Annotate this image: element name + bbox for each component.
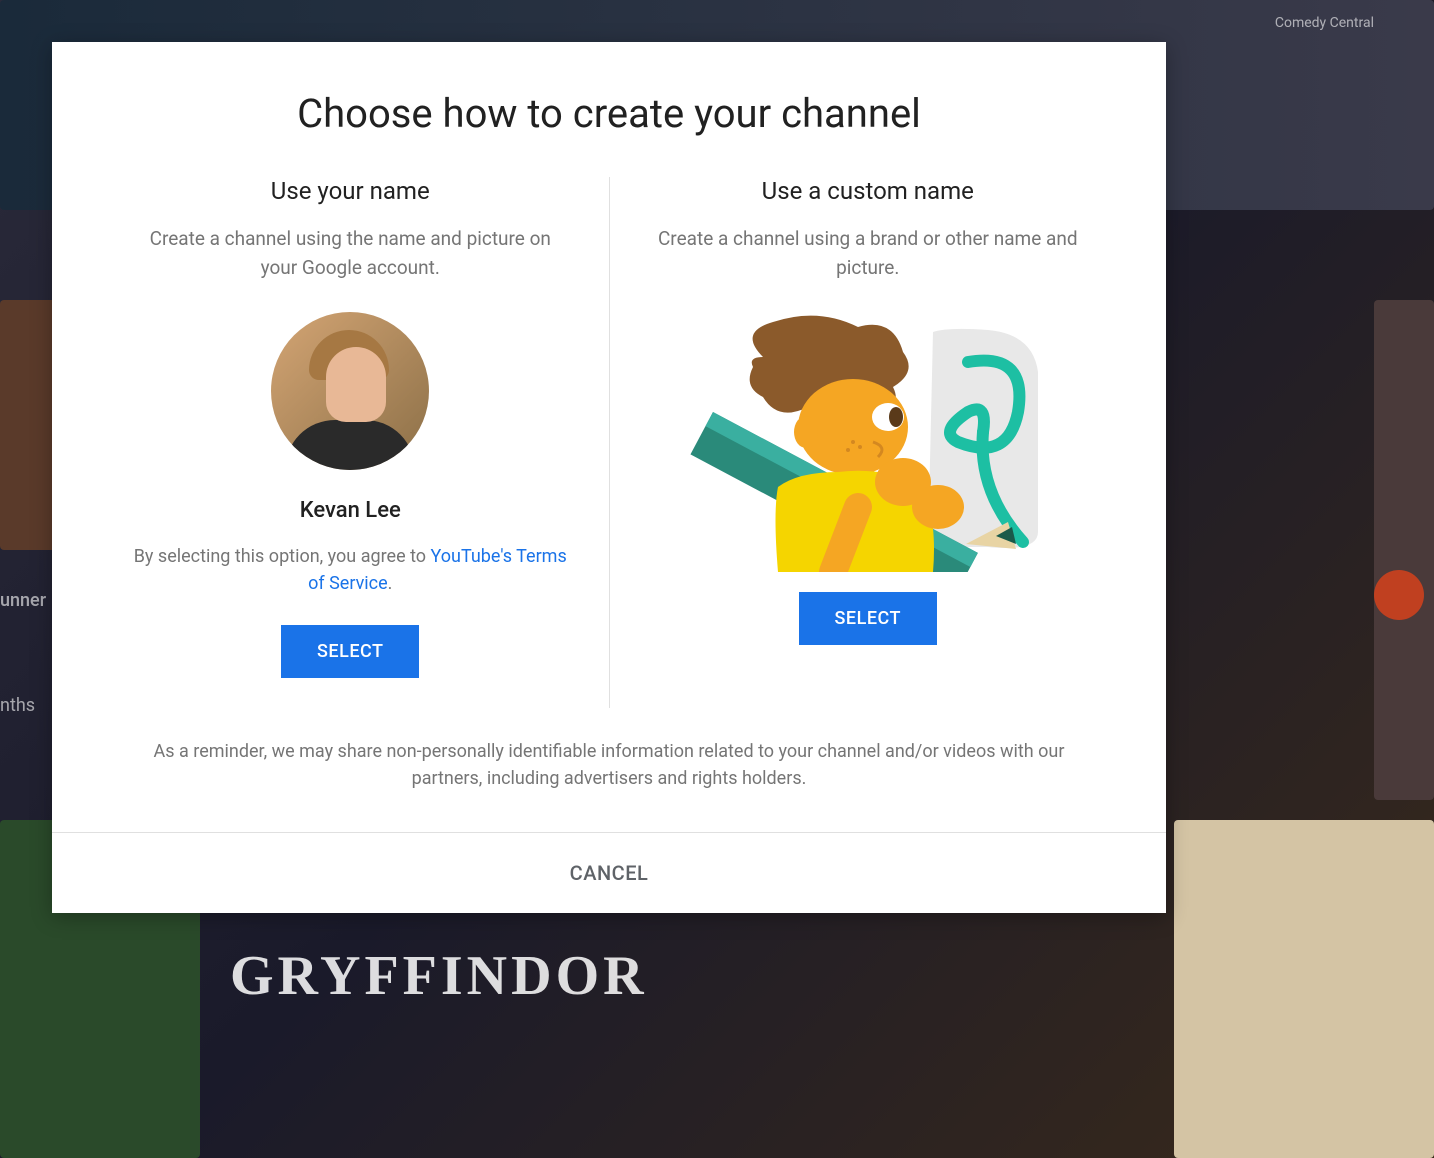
custom-name-illustration	[678, 312, 1058, 572]
bg-label: unner	[0, 590, 46, 611]
user-name: Kevan Lee	[300, 498, 401, 523]
cancel-button[interactable]: CANCEL	[570, 861, 649, 885]
select-your-name-button[interactable]: SELECT	[281, 625, 419, 678]
option-description: Create a channel using the name and pict…	[132, 225, 569, 282]
disclaimer-text: As a reminder, we may share non-personal…	[52, 708, 1166, 832]
bg-label: Comedy Central	[1275, 15, 1374, 31]
options-container: Use your name Create a channel using the…	[52, 177, 1166, 708]
select-custom-name-button[interactable]: SELECT	[799, 592, 937, 645]
option-use-your-name: Use your name Create a channel using the…	[92, 177, 610, 708]
option-custom-name: Use a custom name Create a channel using…	[610, 177, 1127, 708]
bg-label: nths	[0, 695, 35, 716]
terms-text: By selecting this option, you agree to Y…	[132, 543, 569, 597]
create-channel-modal: Choose how to create your channel Use yo…	[52, 42, 1166, 913]
option-description: Create a channel using a brand or other …	[650, 225, 1087, 282]
option-title: Use a custom name	[762, 177, 974, 205]
user-avatar	[271, 312, 429, 470]
cancel-bar: CANCEL	[52, 832, 1166, 913]
modal-title: Choose how to create your channel	[52, 42, 1166, 177]
bg-label: GRYFFINDOR	[230, 944, 648, 1008]
option-title: Use your name	[271, 177, 430, 205]
